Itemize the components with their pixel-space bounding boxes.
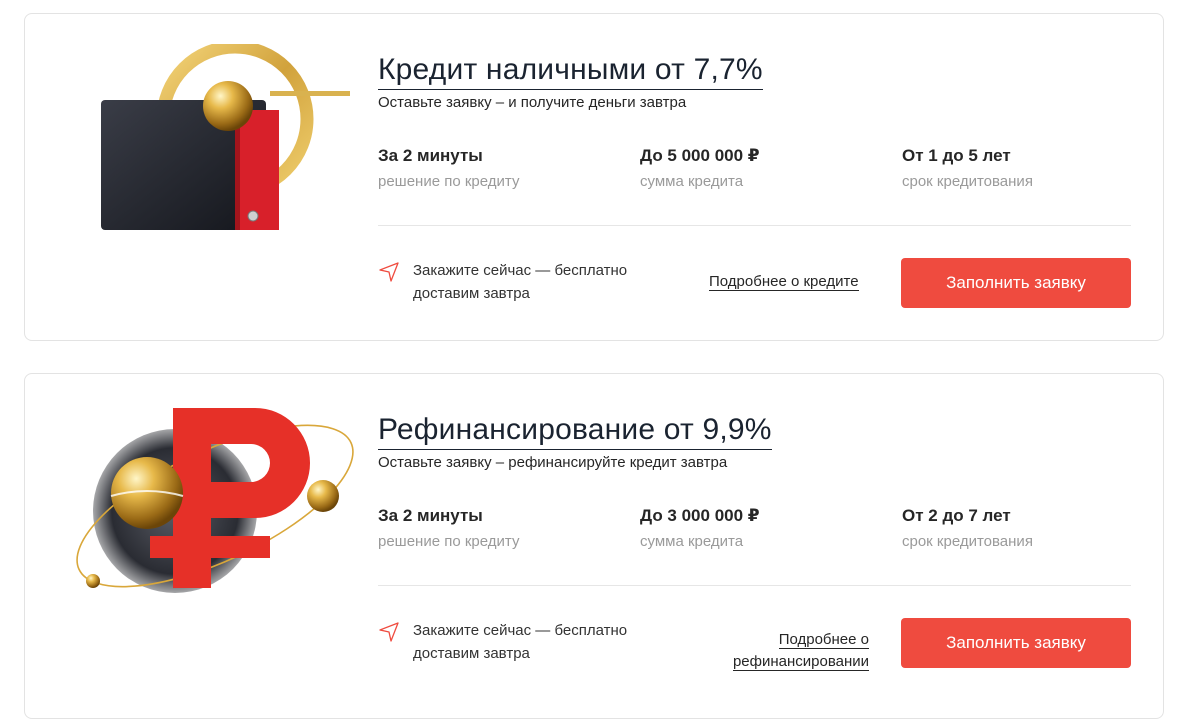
cash-loan-card: Кредит наличными от 7,7% Оставьте заявку… (24, 13, 1164, 341)
stat-loan-term: От 2 до 7 лет срок кредитования (902, 506, 1033, 551)
navigation-arrow-icon (378, 621, 400, 643)
refinancing-card: Рефинансирование от 9,9% Оставьте заявку… (24, 373, 1164, 719)
card-subtitle: Оставьте заявку – и получите деньги завт… (378, 94, 687, 111)
stat-label: решение по кредиту (378, 533, 520, 550)
divider (378, 225, 1131, 226)
stats-row: За 2 минуты решение по кредиту До 3 000 … (378, 506, 1131, 556)
stat-value: За 2 минуты (378, 146, 483, 165)
card-subtitle: Оставьте заявку – рефинансируйте кредит … (378, 454, 728, 471)
stat-value: До 3 000 000 ₽ (640, 506, 760, 525)
delivery-line: доставим завтра (413, 645, 530, 662)
more-about-refinancing-link[interactable]: Подробнее о рефинансировании (669, 629, 869, 673)
delivery-text: Закажите сейчас — бесплатно доставим зав… (413, 259, 663, 305)
card-title: Рефинансирование от 9,9% (378, 412, 772, 450)
stat-loan-amount: До 5 000 000 ₽ сумма кредита (640, 146, 760, 191)
stat-label: решение по кредиту (378, 173, 520, 190)
delivery-line: доставим завтра (413, 285, 530, 302)
stat-label: срок кредитования (902, 173, 1033, 190)
stat-value: От 1 до 5 лет (902, 146, 1011, 165)
stat-loan-term: От 1 до 5 лет срок кредитования (902, 146, 1033, 191)
stat-label: срок кредитования (902, 533, 1033, 550)
link-text: Подробнее о кредите (709, 273, 859, 291)
fill-application-button[interactable]: Заполнить заявку (901, 258, 1131, 308)
navigation-arrow-icon (378, 261, 400, 283)
link-text: рефинансировании (732, 653, 869, 671)
stat-value: От 2 до 7 лет (902, 506, 1011, 525)
divider (378, 585, 1131, 586)
stat-value: За 2 минуты (378, 506, 483, 525)
stat-loan-amount: До 3 000 000 ₽ сумма кредита (640, 506, 760, 551)
wallet-gold-ring-icon (65, 44, 355, 244)
fill-application-button[interactable]: Заполнить заявку (901, 618, 1131, 668)
stat-decision-time: За 2 минуты решение по кредиту (378, 146, 519, 191)
card-title: Кредит наличными от 7,7% (378, 52, 763, 90)
delivery-line: Закажите сейчас — бесплатно (413, 262, 628, 279)
stat-value: До 5 000 000 ₽ (640, 146, 760, 165)
stat-label: сумма кредита (640, 173, 744, 190)
ruble-orbit-icon (65, 396, 355, 606)
stats-row: За 2 минуты решение по кредиту До 5 000 … (378, 146, 1131, 196)
more-about-loan-link[interactable]: Подробнее о кредите (709, 271, 859, 293)
delivery-line: Закажите сейчас — бесплатно (413, 622, 628, 639)
link-text: Подробнее о (778, 631, 869, 649)
stat-label: сумма кредита (640, 533, 744, 550)
delivery-text: Закажите сейчас — бесплатно доставим зав… (413, 619, 663, 665)
stat-decision-time: За 2 минуты решение по кредиту (378, 506, 519, 551)
